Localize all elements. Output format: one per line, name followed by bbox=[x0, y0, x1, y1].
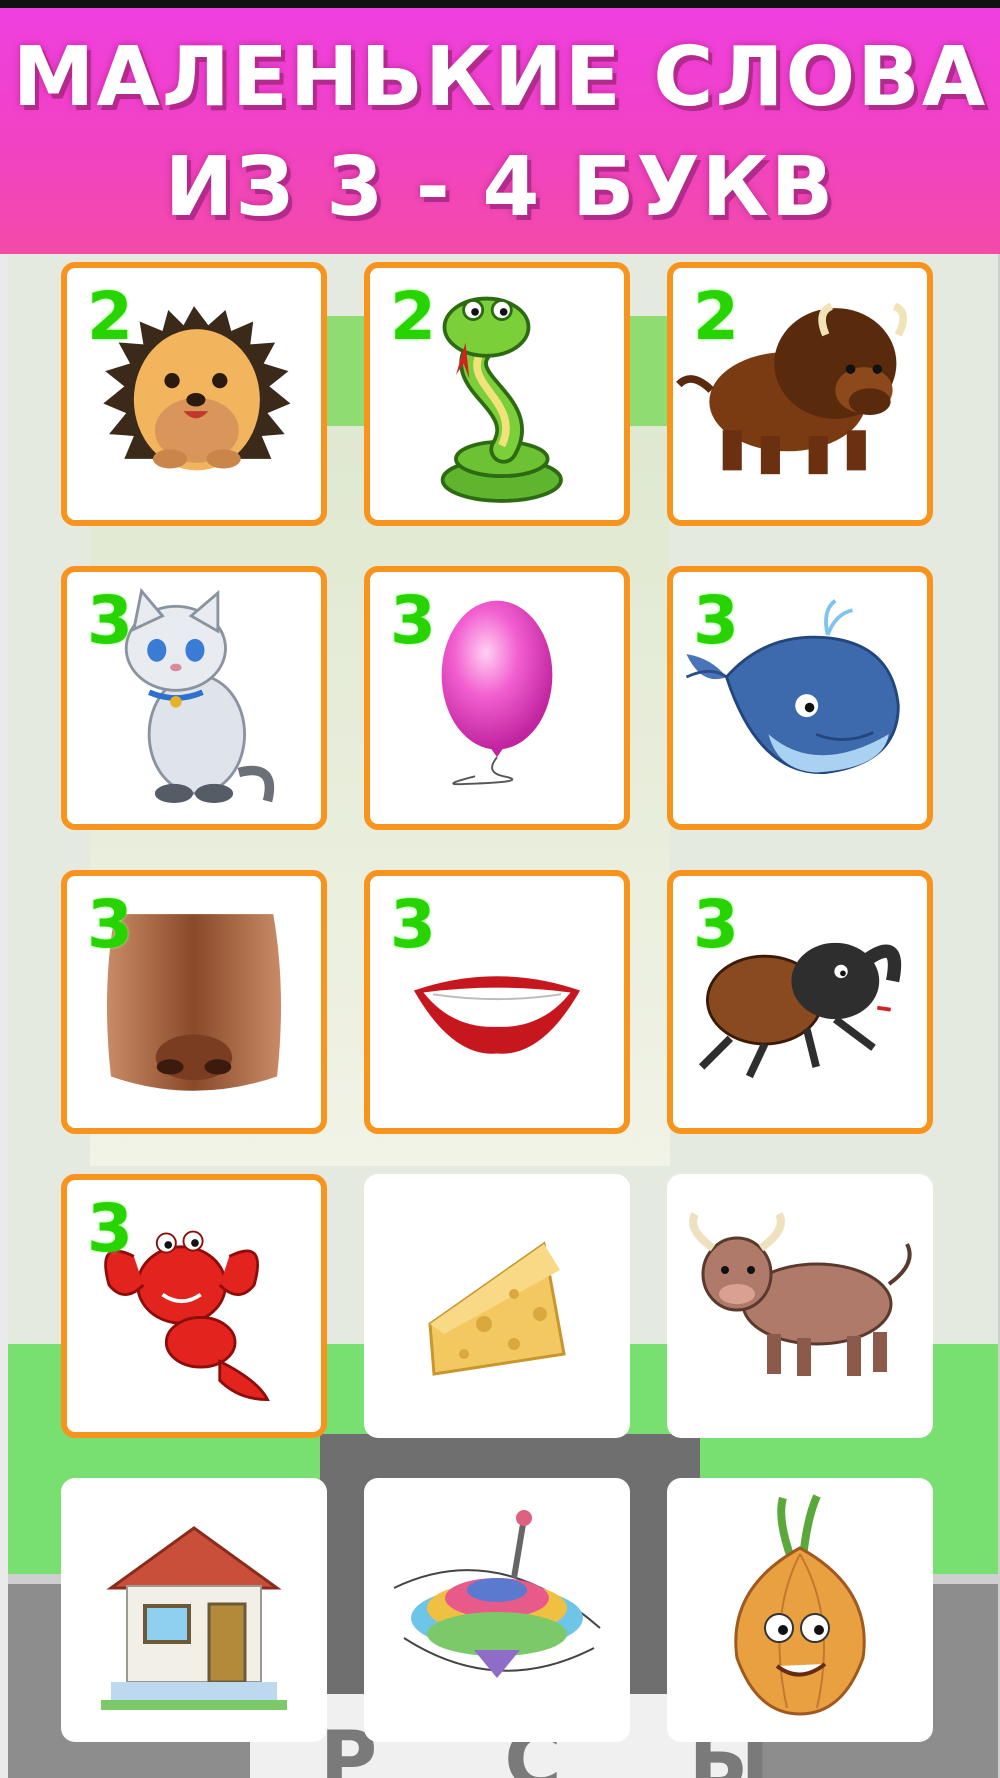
level-card-beetle[interactable]: 3 bbox=[667, 870, 933, 1134]
cheese-icon bbox=[428, 1241, 566, 1376]
page-title-line2: ИЗ 3 - 4 БУКВ bbox=[164, 140, 836, 235]
bull-icon bbox=[689, 1212, 912, 1376]
level-badge: 3 bbox=[87, 886, 133, 963]
title-banner: МАЛЕНЬКИЕ СЛОВА ИЗ 3 - 4 БУКВ bbox=[0, 8, 1000, 254]
level-card-house[interactable] bbox=[61, 1478, 327, 1742]
level-card-lips[interactable]: 3 bbox=[364, 870, 630, 1134]
level-card-cat[interactable]: 3 bbox=[61, 566, 327, 830]
level-card-balloon[interactable]: 3 bbox=[364, 566, 630, 830]
level-badge: 3 bbox=[390, 582, 436, 659]
level-badge: 2 bbox=[87, 278, 133, 355]
spinning-top-icon bbox=[393, 1510, 601, 1678]
level-card-bison[interactable]: 2 bbox=[667, 262, 933, 526]
level-badge: 3 bbox=[390, 886, 436, 963]
level-card-crayfish[interactable]: 3 bbox=[61, 1174, 327, 1438]
level-card-nose[interactable]: 3 bbox=[61, 870, 327, 1134]
level-card-spinning-top[interactable] bbox=[364, 1478, 630, 1742]
level-card-snake[interactable]: 2 bbox=[364, 262, 630, 526]
level-card-onion[interactable] bbox=[667, 1478, 933, 1742]
level-card-cheese[interactable] bbox=[364, 1174, 630, 1438]
level-card-bull[interactable] bbox=[667, 1174, 933, 1438]
level-badge: 2 bbox=[693, 278, 739, 355]
level-badge: 3 bbox=[693, 582, 739, 659]
page-title-line1: МАЛЕНЬКИЕ СЛОВА bbox=[12, 30, 988, 125]
level-badge: 2 bbox=[390, 278, 436, 355]
level-card-whale[interactable]: 3 bbox=[667, 566, 933, 830]
onion-icon bbox=[734, 1494, 866, 1716]
level-badge: 3 bbox=[87, 582, 133, 659]
house-icon bbox=[101, 1526, 287, 1710]
level-badge: 3 bbox=[87, 1190, 133, 1267]
level-card-hedgehog[interactable]: 2 bbox=[61, 262, 327, 526]
status-bar bbox=[0, 0, 1000, 8]
level-badge: 3 bbox=[693, 886, 739, 963]
